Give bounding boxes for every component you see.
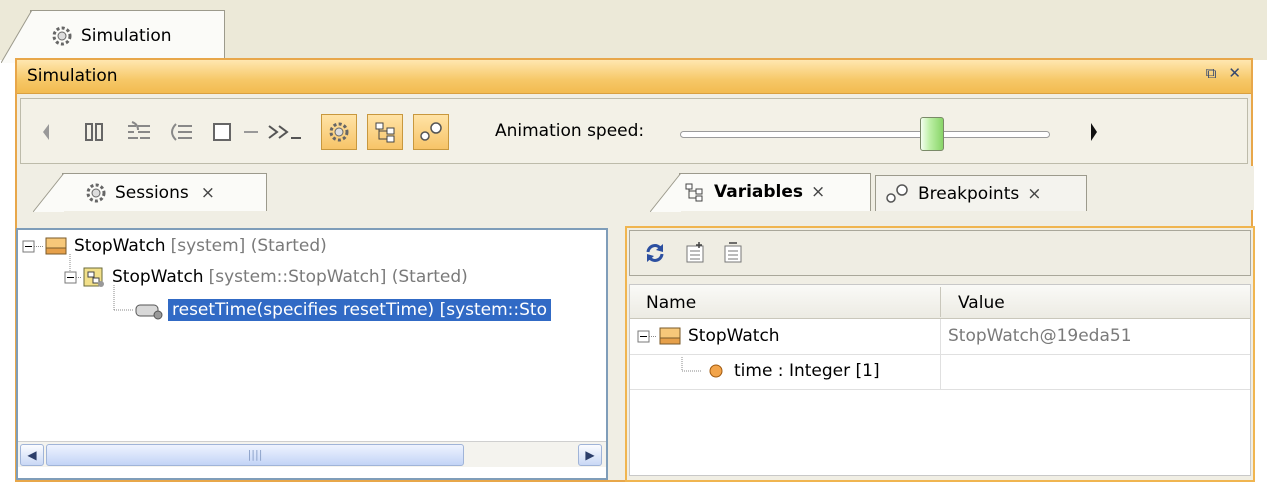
variables-tab-strip: Variables × Breakpoints × — [626, 166, 1254, 212]
animation-speed-label: Animation speed: — [495, 121, 645, 141]
window-title: Simulation — [27, 66, 118, 86]
run-icon[interactable] — [265, 117, 305, 147]
sessions-tab[interactable]: Sessions × — [33, 173, 267, 212]
sessions-tab-strip: Sessions × — [17, 166, 607, 212]
variables-icon — [685, 183, 703, 202]
tree-item-selected[interactable]: resetTime(specifies resetTime) [system::… — [134, 296, 551, 324]
horizontal-scrollbar[interactable]: ◀ |||| ▶ — [18, 441, 606, 467]
window-titlebar: Simulation ⧉ ✕ — [17, 60, 1251, 94]
scroll-left-icon[interactable]: ◀ — [20, 444, 44, 466]
tab-breakpoints[interactable]: Breakpoints × — [875, 175, 1087, 211]
scroll-thumb[interactable]: |||| — [46, 444, 464, 466]
animation-speed-thumb[interactable] — [919, 117, 944, 151]
table-header: Name Value — [630, 285, 1250, 319]
tab-breakpoints-close[interactable]: × — [1027, 184, 1041, 204]
column-value-header[interactable]: Value — [958, 293, 1005, 313]
collapse-icon[interactable] — [722, 241, 744, 265]
variables-toolbar — [629, 230, 1251, 276]
state-machine-icon — [83, 267, 104, 287]
sessions-toggle-icon[interactable] — [321, 114, 357, 150]
sessions-tab-label: Sessions — [115, 183, 189, 203]
class-icon — [659, 327, 681, 345]
operation-icon — [135, 304, 163, 320]
variables-panel: Name Value StopWatch StopWatch@19eda51 t… — [625, 226, 1255, 482]
step-back-icon[interactable] — [39, 117, 53, 147]
stop-icon[interactable] — [207, 117, 237, 147]
column-name-header[interactable]: Name — [646, 293, 696, 313]
simulation-toolbar: Animation speed: — [20, 98, 1248, 164]
gear-icon — [86, 183, 106, 203]
table-row[interactable]: StopWatch — [658, 322, 780, 350]
tree-item[interactable]: StopWatch [system] (Started) — [44, 232, 327, 260]
outer-tab-strip: Simulation — [0, 0, 1267, 63]
tab-variables[interactable]: Variables × — [650, 173, 871, 212]
step-out-icon[interactable] — [243, 117, 259, 147]
simulation-tab[interactable]: Simulation — [1, 10, 225, 63]
tab-slant-icon — [650, 173, 681, 212]
class-icon — [45, 237, 67, 255]
tab-variables-close[interactable]: × — [811, 182, 825, 202]
tab-slant-icon — [1, 10, 32, 63]
expand-icon[interactable] — [684, 241, 706, 265]
step-over-icon[interactable] — [163, 117, 197, 147]
scroll-right-icon[interactable]: ▶ — [578, 444, 602, 466]
tree-item[interactable]: StopWatch [system::StopWatch] (Started) — [82, 263, 468, 291]
simulation-tab-label: Simulation — [81, 26, 172, 46]
property-icon — [709, 364, 723, 378]
breakpoints-toggle-icon[interactable] — [413, 114, 449, 150]
restore-icon[interactable]: ⧉ — [1206, 64, 1217, 82]
animation-speed-slider[interactable] — [680, 131, 1050, 138]
pause-icon[interactable] — [79, 117, 109, 147]
tab-variables-label: Variables — [714, 182, 804, 202]
step-forward-icon[interactable] — [1087, 117, 1101, 147]
gear-icon — [52, 26, 72, 46]
sessions-tab-close[interactable]: × — [201, 183, 215, 203]
variables-toggle-icon[interactable] — [367, 114, 403, 150]
tab-slant-icon — [33, 173, 64, 212]
tab-breakpoints-label: Breakpoints — [918, 184, 1020, 204]
table-cell-value: StopWatch@19eda51 — [948, 326, 1132, 346]
close-icon[interactable]: ✕ — [1228, 64, 1241, 82]
table-row[interactable]: time : Integer [1] — [706, 357, 880, 385]
breakpoints-icon — [886, 184, 908, 203]
variables-table: Name Value StopWatch StopWatch@19eda51 t… — [629, 284, 1251, 476]
refresh-icon[interactable] — [644, 242, 666, 264]
step-into-icon[interactable] — [121, 117, 155, 147]
